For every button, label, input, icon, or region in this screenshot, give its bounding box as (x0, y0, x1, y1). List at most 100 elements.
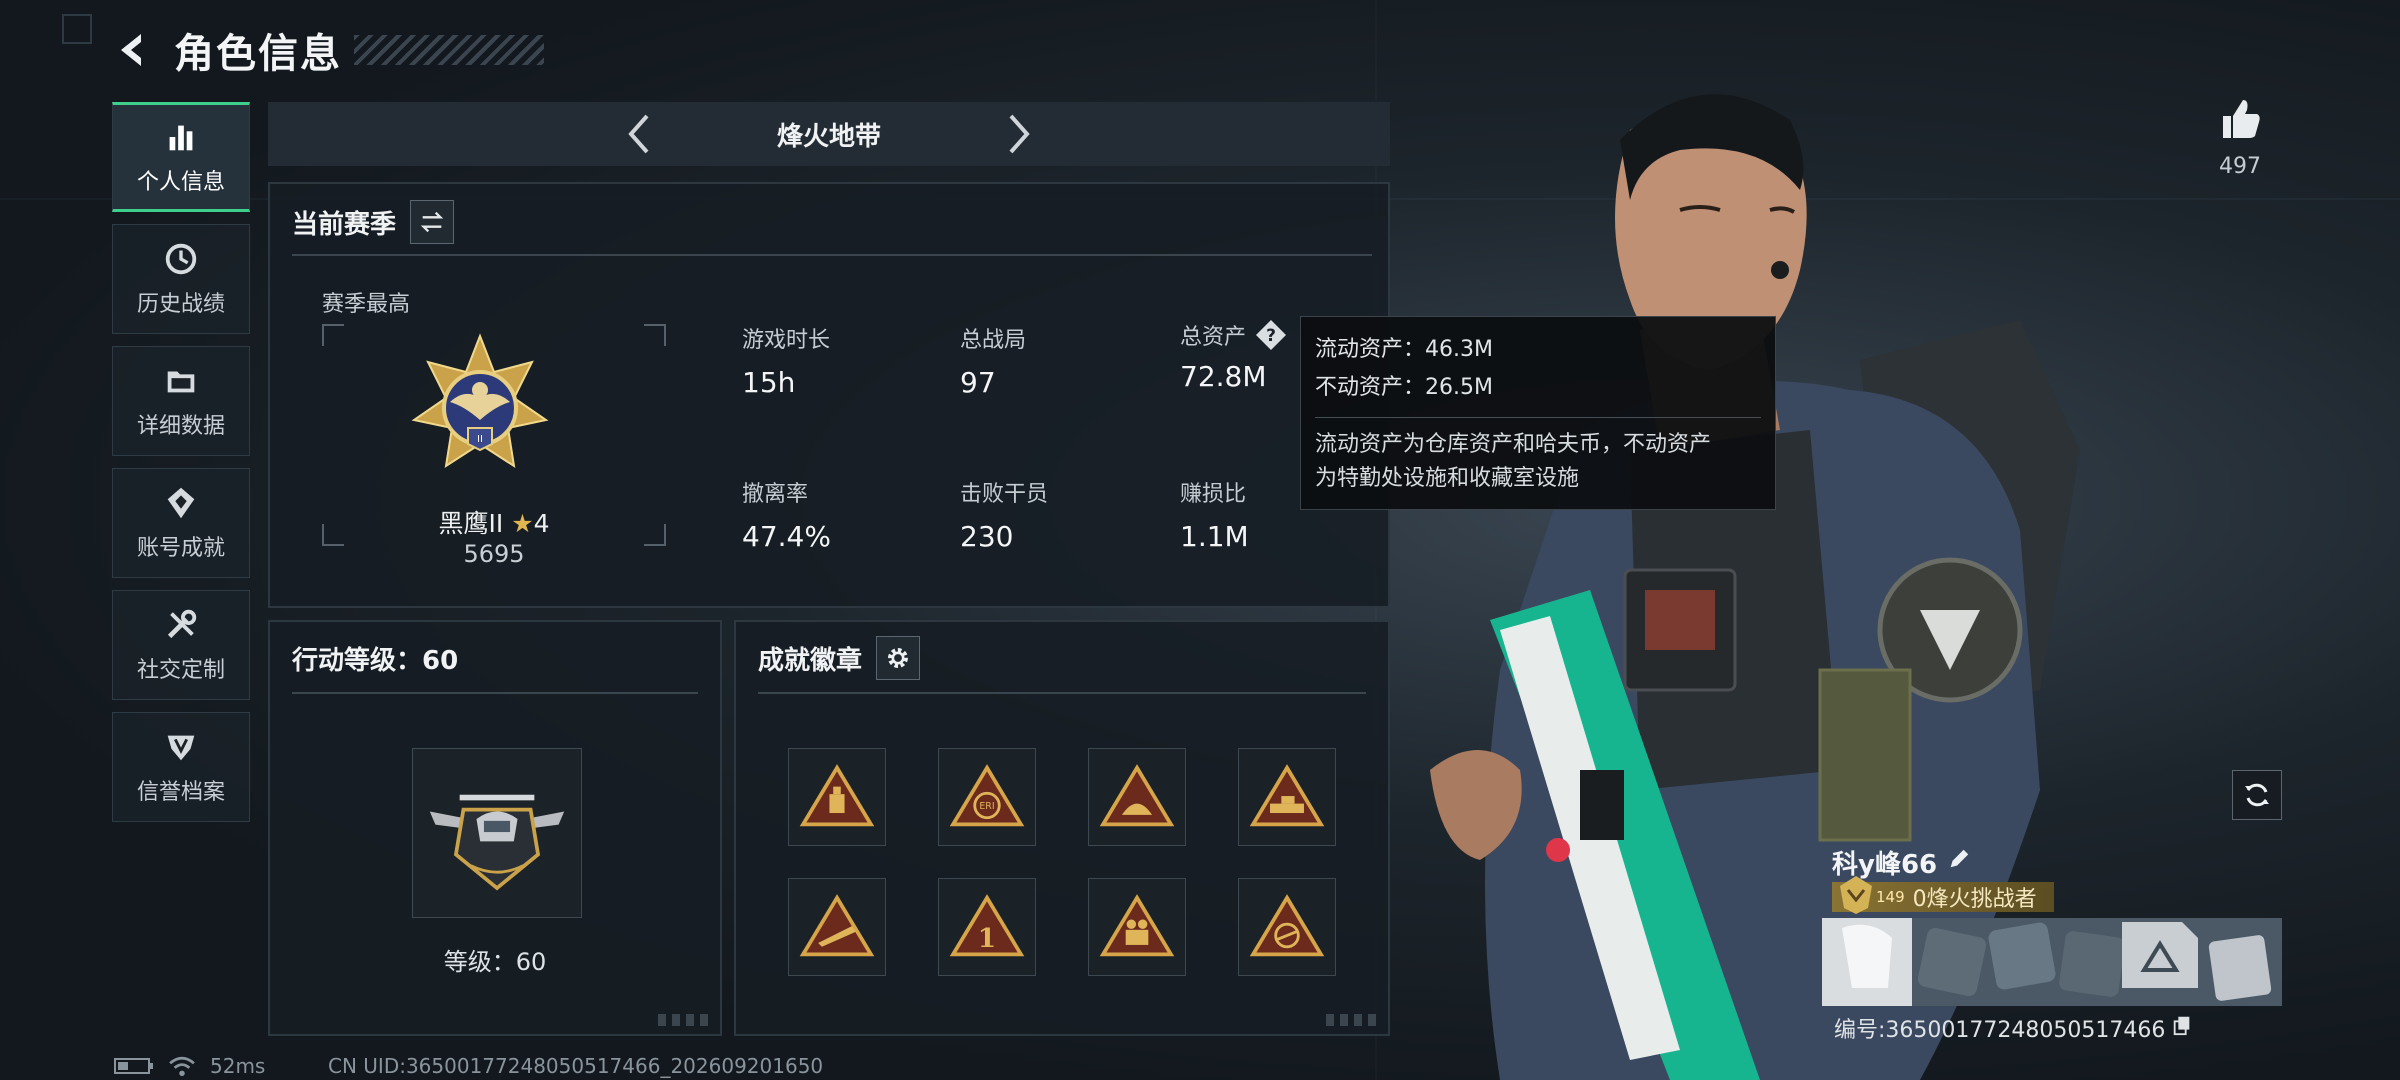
rank-emblem-icon: II (411, 333, 549, 469)
svg-text:?: ? (1266, 326, 1276, 346)
medal-icon: 1 (949, 894, 1025, 957)
divider (758, 692, 1366, 694)
achievement-medal[interactable] (788, 878, 886, 976)
sidebar-item-label: 个人信息 (136, 170, 225, 195)
sidebar-item-personal-info[interactable]: 个人信息 (112, 102, 250, 212)
rank-name: 黑鹰II ★4 (438, 509, 550, 538)
assets-description-line: 流动资产为仓库资产和哈夫币，不动资产 (1315, 432, 1712, 457)
player-title-badge[interactable]: 149 0烽火挑战者 (1832, 876, 2054, 914)
shield-icon (167, 735, 195, 761)
sidebar-item-label: 信誉档案 (136, 780, 225, 805)
assets-description-line: 为特勤处设施和收藏室设施 (1315, 466, 1580, 491)
season-title: 当前赛季 (292, 209, 397, 240)
assets-tooltip: 流动资产：46.3M 不动资产：26.5M 流动资产为仓库资产和哈夫币，不动资产… (1300, 316, 1776, 510)
switch-season-button[interactable] (410, 200, 455, 244)
svg-text:ERI: ERI (979, 801, 994, 812)
sidebar: 个人信息 历史战绩 详细数据 账号成就 社交定制 信誉档案 (112, 102, 250, 834)
achievement-panel: 成就徽章 ERI 1 (734, 620, 1390, 1036)
action-level-title: 行动等级：60 (292, 646, 459, 676)
banner-artwork (1822, 918, 2282, 1006)
stat-play-time: 游戏时长 15h (742, 328, 831, 399)
divider (1315, 417, 1761, 418)
sidebar-item-label: 社交定制 (136, 658, 225, 683)
folder-icon (167, 371, 195, 393)
ping-text: 52ms (210, 1054, 266, 1078)
liquid-assets: 流动资产：46.3M (1315, 337, 1493, 362)
divider (292, 254, 1372, 256)
svg-text:1: 1 (978, 923, 996, 954)
medal-icon (1099, 764, 1175, 827)
helicopter-emblem-icon (429, 794, 565, 891)
gear-icon (888, 648, 908, 668)
refresh-button[interactable] (2232, 770, 2282, 820)
tools-icon (167, 609, 197, 639)
player-banner[interactable] (1822, 918, 2282, 1006)
medal-icon: ERI (949, 764, 1025, 827)
action-level-badge[interactable] (412, 748, 582, 918)
swap-icon (420, 211, 444, 233)
mode-selector: 烽火地带 (268, 102, 1390, 166)
sidebar-item-achievements[interactable]: 账号成就 (112, 468, 250, 578)
achievement-medal[interactable]: ERI (938, 748, 1036, 846)
chevron-left-icon (628, 114, 649, 154)
corner-square (62, 14, 92, 44)
sidebar-item-social[interactable]: 社交定制 (112, 590, 250, 700)
page-title: 角色信息 (174, 31, 342, 77)
sidebar-item-label: 历史战绩 (136, 292, 225, 317)
action-level-text: 等级：60 (443, 948, 547, 976)
battery-icon (114, 1058, 153, 1074)
achievement-medal[interactable]: 1 (938, 878, 1036, 976)
help-icon[interactable]: ? (1254, 318, 1288, 352)
achievement-medal[interactable] (1238, 878, 1336, 976)
achievement-settings-button[interactable] (876, 636, 921, 680)
svg-text:II: II (477, 434, 483, 445)
achievement-medal[interactable] (1238, 748, 1336, 846)
chevron-right-icon (1009, 114, 1030, 154)
next-mode-button[interactable] (998, 112, 1042, 156)
medal-icon (1099, 894, 1175, 957)
rank-score: 5695 (463, 540, 525, 568)
rank-caption: 赛季最高 (322, 292, 411, 317)
title-decoration (354, 35, 544, 65)
corner-decoration (1326, 1014, 1380, 1026)
bar-chart-icon (169, 125, 193, 151)
stat-operators-defeated: 击败干员 230 (960, 482, 1049, 553)
stat-extract-rate: 撤离率 47.4% (742, 482, 831, 553)
clock-icon (165, 243, 197, 275)
sidebar-item-label: 详细数据 (136, 414, 225, 439)
achievement-title: 成就徽章 (758, 645, 863, 676)
header: 角色信息 (112, 22, 544, 78)
uid-text: CN UID:36500177248050517466_202609201650 (328, 1054, 824, 1078)
achievement-medal[interactable] (1088, 878, 1186, 976)
sidebar-item-credit[interactable]: 信誉档案 (112, 712, 250, 822)
rank-display: II 黑鹰II ★4 5695 (322, 324, 666, 568)
mode-name: 烽火地带 (776, 121, 881, 152)
like-count: 497 (2219, 154, 2261, 179)
divider (292, 692, 698, 694)
rank-title-emblem-icon (1840, 876, 1872, 914)
stat-total-matches: 总战局 97 (960, 328, 1027, 399)
sidebar-item-detailed-data[interactable]: 详细数据 (112, 346, 250, 456)
medal-icon (1249, 894, 1325, 957)
status-bar: 52ms (114, 1054, 265, 1078)
achievement-icon (167, 487, 195, 519)
star-icon: ★ (511, 509, 534, 538)
like-widget[interactable]: 497 (2210, 94, 2270, 179)
wifi-icon (169, 1056, 195, 1077)
medal-icon (1249, 764, 1325, 827)
season-panel: 当前赛季 赛季最高 II 黑鹰II ★4 5695 游戏时长 15h 总战局 9… (268, 182, 1390, 608)
copy-icon[interactable] (2171, 1014, 2193, 1042)
back-arrow-icon[interactable] (112, 29, 154, 71)
thumbs-up-icon (2223, 100, 2260, 138)
player-id: 编号:36500177248050517466 (1834, 1012, 2193, 1044)
fixed-assets: 不动资产：26.5M (1315, 375, 1493, 400)
medal-icon (799, 894, 875, 957)
edit-icon[interactable] (1947, 847, 1971, 878)
corner-decoration (658, 1014, 712, 1026)
refresh-icon (2245, 783, 2269, 807)
medal-icon (799, 764, 875, 827)
achievement-medal[interactable] (1088, 748, 1186, 846)
sidebar-item-history[interactable]: 历史战绩 (112, 224, 250, 334)
prev-mode-button[interactable] (616, 112, 660, 156)
achievement-medal[interactable] (788, 748, 886, 846)
